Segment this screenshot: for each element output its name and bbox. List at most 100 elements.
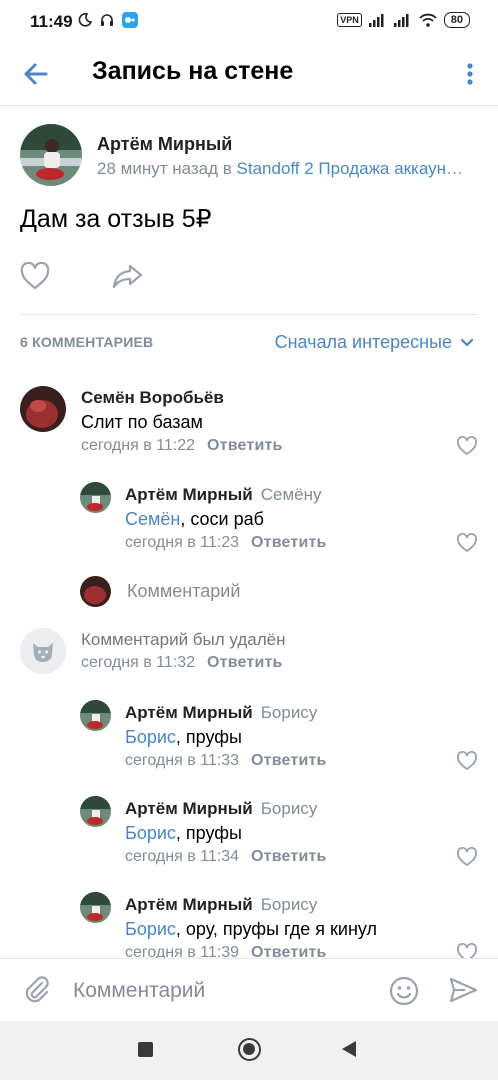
wifi-icon <box>419 13 437 27</box>
heart-icon[interactable] <box>456 847 478 867</box>
comment-time: сегодня в 11:23 <box>125 534 240 551</box>
mention-link[interactable]: Борис <box>125 727 176 747</box>
avatar[interactable] <box>80 892 111 923</box>
system-nav-bar <box>0 1021 498 1080</box>
comment-body: , пруфы <box>175 823 242 843</box>
reply-button[interactable]: Ответить <box>251 944 327 958</box>
moon-icon <box>78 13 92 27</box>
comment-body: , ору, пруфы где я кинул <box>175 919 378 939</box>
chevron-down-icon <box>460 338 474 346</box>
arrow-left-icon[interactable] <box>20 58 52 90</box>
comments-count: 6 КОММЕНТАРИЕВ <box>20 334 154 350</box>
author-name[interactable]: Артём Мирный <box>125 799 253 818</box>
comment-author: Артём Мирный Борису <box>125 895 317 915</box>
comment-time: сегодня в 11:33 <box>125 752 240 769</box>
comment-meta: сегодня в 11:22 Ответить <box>81 437 283 455</box>
more-vertical-icon[interactable] <box>462 58 478 90</box>
reply-button[interactable]: Ответить <box>251 848 327 865</box>
reply-input[interactable]: Комментарий <box>127 581 240 602</box>
comment-meta: сегодня в 11:34 Ответить <box>125 848 327 866</box>
reply-button[interactable]: Ответить <box>251 752 327 769</box>
comment-text: Комментарий был удалён <box>81 630 286 649</box>
divider <box>20 314 478 315</box>
post-actions <box>20 262 144 290</box>
comment-meta: сегодня в 11:39 Ответить <box>125 944 327 958</box>
mention-link[interactable]: Борис <box>125 823 176 843</box>
avatar[interactable] <box>20 124 82 186</box>
heart-icon[interactable] <box>456 943 478 958</box>
avatar[interactable] <box>20 386 66 432</box>
comment-deleted: Комментарий был удалён сегодня в 11:32 От… <box>0 626 498 686</box>
comment-input-bar: Комментарий <box>0 958 498 1021</box>
vpn-badge: VPN <box>337 13 362 27</box>
author-name[interactable]: Артём Мирный <box>125 485 253 504</box>
comment-text: Слит по базам <box>81 412 203 432</box>
page-title: Запись на стене <box>92 57 294 85</box>
comment-text: Семён, соси раб <box>125 509 264 530</box>
app-notification-icon <box>122 12 138 28</box>
mention-link[interactable]: Борис <box>125 919 176 939</box>
status-time: 11:49 <box>30 12 73 31</box>
comment-author: Артём Мирный Семёну <box>125 485 322 505</box>
smile-icon[interactable] <box>388 975 420 1007</box>
reply-input-row[interactable]: Комментарий <box>0 574 498 608</box>
status-bar: 11:49 VPN 80 <box>0 0 498 44</box>
app-header: Запись на стене <box>0 44 498 106</box>
reply-button[interactable]: Ответить <box>207 437 283 454</box>
comment-body: , пруфы <box>175 727 242 747</box>
home-icon[interactable] <box>238 1038 261 1061</box>
headphones-icon <box>101 14 113 26</box>
comments-header: 6 КОММЕНТАРИЕВ Сначала интересные <box>0 330 498 356</box>
comment-body: , соси раб <box>180 509 264 529</box>
comment-reply: Артём Мирный Борису Борис, ору, пруфы где… <box>0 890 498 958</box>
reply-to[interactable]: Борису <box>261 799 318 818</box>
comment-reply: Артём Мирный Борису Борис, пруфы сегодня … <box>0 698 498 778</box>
reply-to[interactable]: Борису <box>261 703 318 722</box>
comment-meta: сегодня в 11:32 Ответить <box>81 654 283 672</box>
signal-icon <box>393 14 409 27</box>
reply-to[interactable]: Семёну <box>261 485 322 504</box>
author-name[interactable]: Артём Мирный <box>125 895 253 914</box>
comment-text: Борис, пруфы <box>125 823 242 844</box>
reply-to[interactable]: Борису <box>261 895 318 914</box>
share-icon[interactable] <box>112 262 144 290</box>
avatar <box>20 628 66 674</box>
comment-author[interactable]: Семён Воробьёв <box>81 388 224 408</box>
back-icon[interactable] <box>342 1041 356 1057</box>
author-name[interactable]: Артём Мирный <box>125 703 253 722</box>
avatar[interactable] <box>80 796 111 827</box>
reply-button[interactable]: Ответить <box>207 654 283 671</box>
comment-input[interactable]: Комментарий <box>73 979 205 1003</box>
comment-time: сегодня в 11:34 <box>125 848 240 865</box>
heart-icon[interactable] <box>456 436 478 456</box>
sort-dropdown[interactable]: Сначала интересные <box>275 332 474 353</box>
heart-icon[interactable] <box>20 262 50 290</box>
paperclip-icon[interactable] <box>22 975 52 1005</box>
post-author[interactable]: Артём Мирный <box>97 134 232 155</box>
post-group-link[interactable]: Standoff 2 Продажа аккаунтов <box>237 159 469 178</box>
heart-icon[interactable] <box>456 533 478 553</box>
comment: Семён Воробьёв Слит по базам сегодня в 1… <box>0 384 498 464</box>
recent-apps-icon[interactable] <box>138 1042 153 1057</box>
deactivated-dog-icon <box>33 643 53 662</box>
avatar[interactable] <box>80 700 111 731</box>
sort-label: Сначала интересные <box>274 332 452 352</box>
reply-button[interactable]: Ответить <box>251 534 327 551</box>
comment-author: Артём Мирный Борису <box>125 703 317 723</box>
comment-text: Борис, пруфы <box>125 727 242 748</box>
signal-icon <box>368 14 384 27</box>
comment-meta: сегодня в 11:23 Ответить <box>125 534 327 552</box>
avatar <box>80 576 111 607</box>
comment-reply: Артём Мирный Семёну Семён, соси раб сегод… <box>0 480 498 560</box>
comment-time: сегодня в 11:32 <box>81 654 196 671</box>
post-meta: 28 минут назад в Standoff 2 Продажа акка… <box>97 159 469 179</box>
post-time: 28 минут назад в <box>97 159 237 178</box>
heart-icon[interactable] <box>456 751 478 771</box>
avatar[interactable] <box>80 482 111 513</box>
comment-time: сегодня в 11:39 <box>125 944 240 958</box>
comment-text: Борис, ору, пруфы где я кинул <box>125 919 377 940</box>
send-icon[interactable] <box>448 975 478 1005</box>
comment-author: Артём Мирный Борису <box>125 799 317 819</box>
post-text: Дам за отзыв 5₽ <box>20 205 212 233</box>
mention-link[interactable]: Семён <box>125 509 180 529</box>
